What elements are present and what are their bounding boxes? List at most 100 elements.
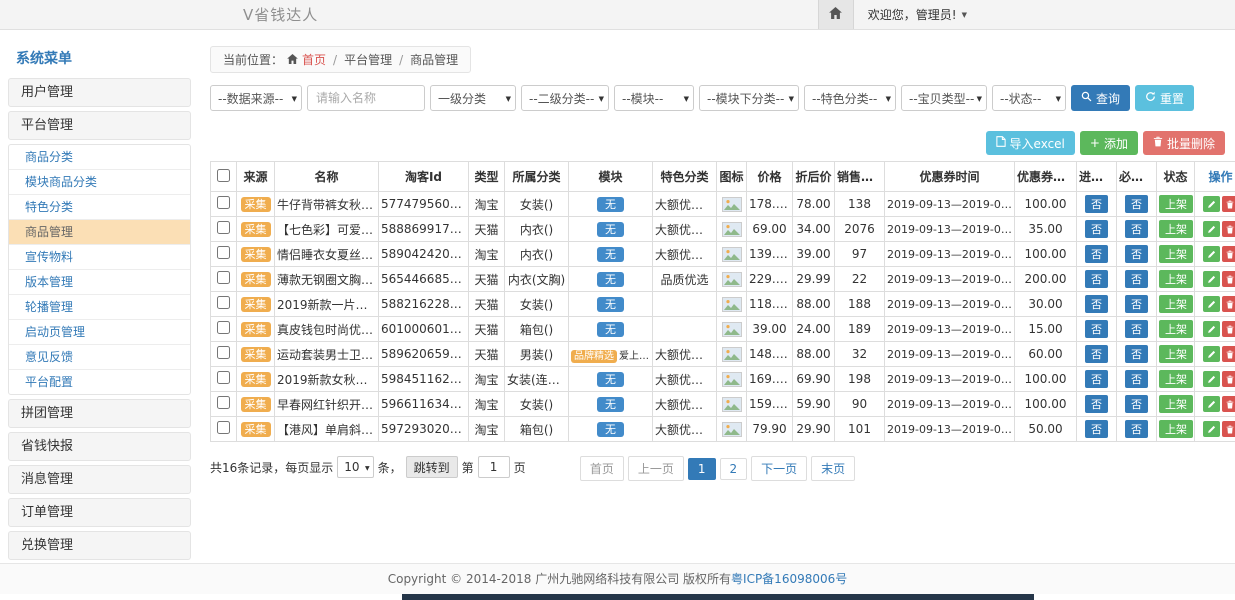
sidebar-item-goods-mgmt[interactable]: 商品管理 xyxy=(9,220,190,245)
search-button[interactable]: 查询 xyxy=(1071,85,1130,111)
import-pick-toggle[interactable]: 否 xyxy=(1085,420,1108,438)
status-toggle[interactable]: 上架 xyxy=(1159,270,1193,288)
status-toggle[interactable]: 上架 xyxy=(1159,395,1193,413)
must-buy-toggle[interactable]: 否 xyxy=(1125,245,1148,263)
row-checkbox[interactable] xyxy=(217,296,230,309)
sidebar-item-feedback[interactable]: 意见反馈 xyxy=(9,345,190,370)
row-checkbox[interactable] xyxy=(217,196,230,209)
status-toggle[interactable]: 上架 xyxy=(1159,370,1193,388)
import-pick-toggle[interactable]: 否 xyxy=(1085,395,1108,413)
user-menu[interactable]: 欢迎您，管理员! ▼ xyxy=(854,0,977,29)
edit-button[interactable] xyxy=(1203,371,1220,387)
edit-button[interactable] xyxy=(1203,396,1220,412)
import-pick-toggle[interactable]: 否 xyxy=(1085,220,1108,238)
breadcrumb-home-link[interactable]: 首页 xyxy=(302,51,326,68)
must-buy-toggle[interactable]: 否 xyxy=(1125,295,1148,313)
status-toggle[interactable]: 上架 xyxy=(1159,295,1193,313)
status-toggle[interactable]: 上架 xyxy=(1159,420,1193,438)
sidebar-item-exchange-mgmt[interactable]: 兑换管理 xyxy=(8,531,191,560)
sidebar-item-promo-material[interactable]: 宣传物料 xyxy=(9,245,190,270)
select-all-checkbox[interactable] xyxy=(217,169,230,182)
delete-button[interactable] xyxy=(1222,321,1235,337)
row-checkbox[interactable] xyxy=(217,421,230,434)
delete-button[interactable] xyxy=(1222,346,1235,362)
filter-select-category-level1[interactable]: 一级分类▼ xyxy=(430,85,516,111)
filter-select-category-level2[interactable]: --二级分类--▼ xyxy=(521,85,609,111)
page-button-上一页[interactable]: 上一页 xyxy=(628,456,684,481)
batch-delete-button[interactable]: 批量删除 xyxy=(1143,131,1225,155)
filter-select-module-sub[interactable]: --模块下分类--▼ xyxy=(699,85,799,111)
edit-button[interactable] xyxy=(1203,246,1220,262)
per-page-select[interactable]: 10 ▼ xyxy=(337,456,373,478)
edit-button[interactable] xyxy=(1203,296,1220,312)
filter-select-feature-category[interactable]: --特色分类--▼ xyxy=(804,85,896,111)
delete-button[interactable] xyxy=(1222,221,1235,237)
sidebar-item-groupbuy-mgmt[interactable]: 拼团管理 xyxy=(8,399,191,428)
must-buy-toggle[interactable]: 否 xyxy=(1125,320,1148,338)
filter-select-data-source[interactable]: --数据来源--▼ xyxy=(210,85,302,111)
name-search-input[interactable] xyxy=(307,85,425,111)
sidebar-item-platform-config[interactable]: 平台配置 xyxy=(9,370,190,394)
must-buy-toggle[interactable]: 否 xyxy=(1125,270,1148,288)
reset-button[interactable]: 重置 xyxy=(1135,85,1194,111)
delete-button[interactable] xyxy=(1222,196,1235,212)
jump-button[interactable]: 跳转到 xyxy=(406,456,458,478)
row-checkbox[interactable] xyxy=(217,271,230,284)
status-toggle[interactable]: 上架 xyxy=(1159,320,1193,338)
add-button[interactable]: + 添加 xyxy=(1080,131,1138,155)
delete-button[interactable] xyxy=(1222,371,1235,387)
sidebar-item-carousel-mgmt[interactable]: 轮播管理 xyxy=(9,295,190,320)
page-button-1[interactable]: 1 xyxy=(688,458,716,480)
import-pick-toggle[interactable]: 否 xyxy=(1085,195,1108,213)
row-checkbox[interactable] xyxy=(217,396,230,409)
must-buy-toggle[interactable]: 否 xyxy=(1125,395,1148,413)
import-excel-button[interactable]: 导入excel xyxy=(986,131,1075,155)
edit-button[interactable] xyxy=(1203,346,1220,362)
sidebar-item-platform-mgmt[interactable]: 平台管理 xyxy=(8,111,191,140)
filter-select-module[interactable]: --模块--▼ xyxy=(614,85,694,111)
page-button-下一页[interactable]: 下一页 xyxy=(751,456,807,481)
status-toggle[interactable]: 上架 xyxy=(1159,245,1193,263)
must-buy-toggle[interactable]: 否 xyxy=(1125,370,1148,388)
must-buy-toggle[interactable]: 否 xyxy=(1125,420,1148,438)
row-checkbox[interactable] xyxy=(217,371,230,384)
delete-button[interactable] xyxy=(1222,421,1235,437)
delete-button[interactable] xyxy=(1222,246,1235,262)
sidebar-item-goods-category[interactable]: 商品分类 xyxy=(9,145,190,170)
sidebar-item-module-goods-category[interactable]: 模块商品分类 xyxy=(9,170,190,195)
edit-button[interactable] xyxy=(1203,271,1220,287)
sidebar-item-message-mgmt[interactable]: 消息管理 xyxy=(8,465,191,494)
sidebar-item-order-mgmt[interactable]: 订单管理 xyxy=(8,498,191,527)
edit-button[interactable] xyxy=(1203,321,1220,337)
delete-button[interactable] xyxy=(1222,396,1235,412)
sidebar-item-splash-mgmt[interactable]: 启动页管理 xyxy=(9,320,190,345)
page-button-末页[interactable]: 末页 xyxy=(811,456,855,481)
page-button-首页[interactable]: 首页 xyxy=(580,456,624,481)
sidebar-item-saving-express[interactable]: 省钱快报 xyxy=(8,432,191,461)
delete-button[interactable] xyxy=(1222,271,1235,287)
status-toggle[interactable]: 上架 xyxy=(1159,220,1193,238)
must-buy-toggle[interactable]: 否 xyxy=(1125,195,1148,213)
edit-button[interactable] xyxy=(1203,196,1220,212)
sidebar-item-feature-category[interactable]: 特色分类 xyxy=(9,195,190,220)
must-buy-toggle[interactable]: 否 xyxy=(1125,345,1148,363)
edit-button[interactable] xyxy=(1203,221,1220,237)
filter-select-status[interactable]: --状态--▼ xyxy=(992,85,1066,111)
must-buy-toggle[interactable]: 否 xyxy=(1125,220,1148,238)
sidebar-item-user-mgmt[interactable]: 用户管理 xyxy=(8,78,191,107)
status-toggle[interactable]: 上架 xyxy=(1159,345,1193,363)
import-pick-toggle[interactable]: 否 xyxy=(1085,345,1108,363)
delete-button[interactable] xyxy=(1222,296,1235,312)
row-checkbox[interactable] xyxy=(217,246,230,259)
row-checkbox[interactable] xyxy=(217,221,230,234)
status-toggle[interactable]: 上架 xyxy=(1159,195,1193,213)
jump-page-input[interactable] xyxy=(478,456,510,478)
sidebar-item-version-mgmt[interactable]: 版本管理 xyxy=(9,270,190,295)
icp-link[interactable]: 粤ICP备16098006号 xyxy=(731,572,847,586)
import-pick-toggle[interactable]: 否 xyxy=(1085,245,1108,263)
edit-button[interactable] xyxy=(1203,421,1220,437)
filter-select-item-type[interactable]: --宝贝类型--▼ xyxy=(901,85,987,111)
row-checkbox[interactable] xyxy=(217,346,230,359)
home-button[interactable] xyxy=(818,0,854,29)
import-pick-toggle[interactable]: 否 xyxy=(1085,370,1108,388)
